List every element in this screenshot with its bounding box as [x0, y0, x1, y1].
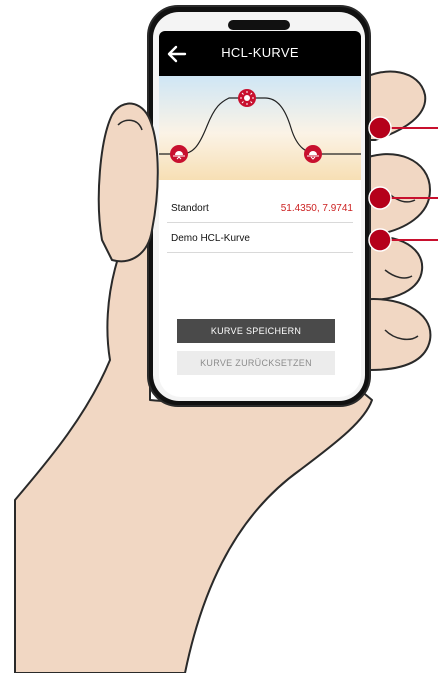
sunset-icon[interactable] — [304, 145, 322, 163]
page-title: HCL-KURVE — [221, 45, 299, 60]
curve-name-row[interactable]: Demo HCL-Kurve — [167, 224, 353, 253]
save-curve-button[interactable]: KURVE SPEICHERN — [177, 319, 335, 343]
phone-screen: HCL-KURVE Standort 51.4350, 7.9741 Demo … — [159, 31, 361, 397]
curve-name-label: Demo HCL-Kurve — [171, 233, 250, 244]
sunrise-icon[interactable] — [170, 145, 188, 163]
hcl-curve-chart[interactable] — [159, 76, 361, 180]
callout-marker-2 — [368, 186, 392, 210]
curve-line — [159, 97, 361, 155]
sun-icon[interactable] — [238, 89, 256, 107]
callout-marker-3 — [368, 228, 392, 252]
location-label: Standort — [171, 203, 209, 214]
thumb — [97, 102, 159, 263]
top-bar: HCL-KURVE — [159, 31, 361, 76]
reset-curve-button[interactable]: KURVE ZURÜCKSETZEN — [177, 351, 335, 375]
callout-marker-1 — [368, 116, 392, 140]
location-row[interactable]: Standort 51.4350, 7.9741 — [167, 194, 353, 223]
location-value: 51.4350, 7.9741 — [280, 203, 353, 214]
